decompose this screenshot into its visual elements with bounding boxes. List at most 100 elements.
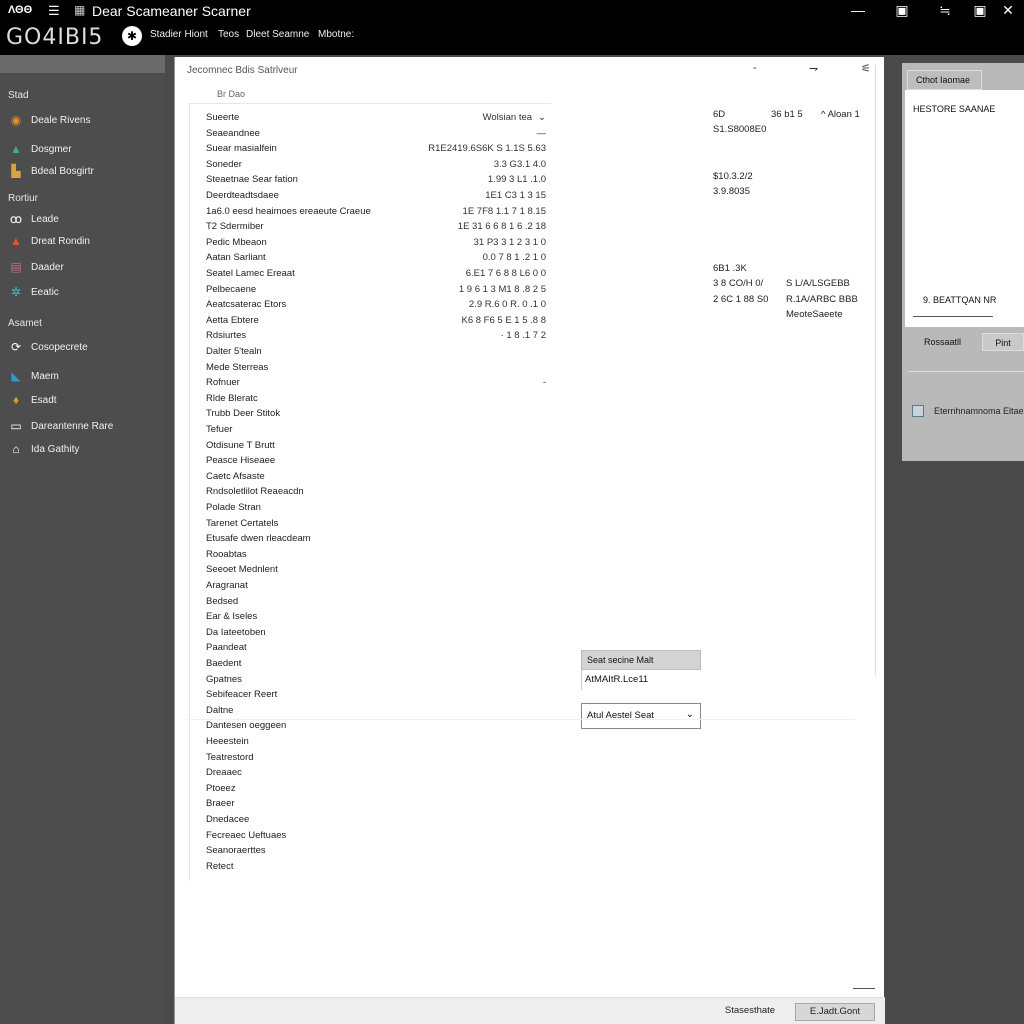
property-row[interactable]: Seeoet Mednlent xyxy=(206,564,546,578)
property-row[interactable]: Aragranat xyxy=(206,580,546,594)
property-row[interactable]: Pelbecaene 1 9 6 1 3 M1 8 .8 2 5 xyxy=(206,284,546,298)
property-row[interactable]: Paandeat xyxy=(206,642,546,656)
panel-button-2[interactable]: Pint xyxy=(982,333,1024,351)
property-row[interactable]: Tefuer xyxy=(206,424,546,438)
detail-row[interactable] xyxy=(581,371,881,385)
detail-row[interactable]: 6D 36 b1 5 ^ Aloan 1 xyxy=(581,109,881,123)
snap-layout-button[interactable]: ≒ xyxy=(935,2,955,19)
property-row[interactable]: Rlde Bleratc xyxy=(206,393,546,407)
property-row[interactable]: Rofnuer - xyxy=(206,377,546,391)
restore-button[interactable]: ▣ xyxy=(892,2,912,19)
nav-item-3[interactable]: Dleet Seamne xyxy=(246,29,309,40)
maximize-button[interactable]: ▣ xyxy=(970,2,990,19)
close-button[interactable]: ✕ xyxy=(998,2,1018,19)
checkbox[interactable] xyxy=(912,405,924,417)
property-row[interactable]: Seatel Lamec Ereaat 6.E1 7 6 8 8 L6 0 0 xyxy=(206,268,546,282)
property-row[interactable]: Sueerte Wolsian tea ⌄ xyxy=(206,112,546,126)
detail-row[interactable] xyxy=(581,201,881,215)
sidebar-item[interactable]: ꝏ Leade xyxy=(8,210,59,228)
property-row[interactable]: Otdisune T Brutt xyxy=(206,440,546,454)
hamburger-menu-icon[interactable]: ☰ xyxy=(48,3,60,19)
dropdown-option[interactable]: AtMAItR.Lce11 xyxy=(581,670,701,690)
property-row[interactable]: Rdsiurtes · 1 8 .1 7 2 xyxy=(206,330,546,344)
property-row[interactable]: Soneder 3.3 G3.1 4.0 xyxy=(206,159,546,173)
property-row[interactable]: Deerdteadtsdaee 1E1 C3 1 3 15 xyxy=(206,190,546,204)
detail-row[interactable]: MeoteSaeete xyxy=(581,309,881,323)
nav-item-2[interactable]: Teos xyxy=(218,29,239,40)
sidebar-item[interactable]: ▲ Dosgmer xyxy=(8,140,72,158)
property-row[interactable]: Dreaaec xyxy=(206,767,546,781)
property-row[interactable]: Ear & Iseles xyxy=(206,611,546,625)
property-row[interactable]: Dnedacee xyxy=(206,814,546,828)
property-row[interactable]: Suear masialfein R1E2419.6S6K S 1.1S 5.63 xyxy=(206,143,546,157)
property-row[interactable]: Steaetnae Sear fation 1.99 3 L1 .1.0 xyxy=(206,174,546,188)
detail-row[interactable] xyxy=(581,140,881,154)
property-row[interactable]: Trubb Deer Stitok xyxy=(206,408,546,422)
dialog-minimize-button[interactable]: - xyxy=(753,62,757,74)
property-row[interactable]: Ptoeez xyxy=(206,783,546,797)
detail-row[interactable] xyxy=(581,155,881,169)
detail-row[interactable] xyxy=(581,340,881,354)
property-row[interactable]: Etusafe dwen rleacdeam xyxy=(206,533,546,547)
sidebar-item[interactable]: ▙ Bdeal Bosgirtr xyxy=(8,162,93,180)
sidebar-item[interactable]: ▭ Dareantenne Rare xyxy=(8,417,113,435)
property-row[interactable]: Fecreaec Ueftuaes xyxy=(206,830,546,844)
property-row[interactable]: Tarenet Certatels xyxy=(206,518,546,532)
panel-button-1[interactable]: Rossaatll xyxy=(924,333,961,351)
property-row[interactable]: Caetc Afsaste xyxy=(206,471,546,485)
property-row[interactable]: Heeestein xyxy=(206,736,546,750)
sidebar-item[interactable]: ◉ Deale Rivens xyxy=(8,111,91,129)
property-row[interactable]: Da Iateetoben xyxy=(206,627,546,641)
property-row[interactable]: Dalter 5'tealn xyxy=(206,346,546,360)
dropdown-select[interactable]: Atul Aestel Seat ⌄ xyxy=(581,703,701,729)
property-row[interactable]: Peasce Hiseaee xyxy=(206,455,546,469)
property-row[interactable]: Gpatnes xyxy=(206,674,546,688)
nav-item-1[interactable]: Stadier Hiont xyxy=(150,29,208,40)
property-row[interactable]: Seanoraerttes xyxy=(206,845,546,859)
dialog-restore-button[interactable]: ⇁ xyxy=(809,62,818,75)
property-row[interactable]: Braeer xyxy=(206,798,546,812)
sidebar-item[interactable]: ✲ Eeatic xyxy=(8,283,59,301)
property-row[interactable]: T2 Sdermiber 1E 31 6 6 8 1 6 .2 18 xyxy=(206,221,546,235)
secondary-button[interactable]: Stasesthate xyxy=(715,1003,785,1021)
sidebar-item[interactable]: ♦ Esadt xyxy=(8,391,57,409)
property-row[interactable]: Retect xyxy=(206,861,546,875)
property-row[interactable]: Aatan Sarliant 0.0 7 8 1 .2 1 0 xyxy=(206,252,546,266)
property-row[interactable]: Seaeandnee — xyxy=(206,128,546,142)
property-row[interactable]: Baedent xyxy=(206,658,546,672)
property-row[interactable]: Aetta Ebtere K6 8 F6 5 E 1 5 .8 8 xyxy=(206,315,546,329)
property-combo[interactable]: Wolsian tea ⌄ xyxy=(483,112,546,123)
detail-row[interactable] xyxy=(581,232,881,246)
property-row[interactable]: Teatrestord xyxy=(206,752,546,766)
detail-row[interactable] xyxy=(581,248,881,262)
scrollbar[interactable] xyxy=(875,65,876,675)
property-row[interactable]: Sebifeacer Reert xyxy=(206,689,546,703)
property-row[interactable]: Bedsed xyxy=(206,596,546,610)
panel-tab[interactable]: Cthot Iaomae xyxy=(907,70,982,90)
property-row[interactable]: Daltne xyxy=(206,705,546,719)
property-row[interactable]: Rooabtas xyxy=(206,549,546,563)
property-row[interactable]: Dantesen oeggeen xyxy=(206,720,546,734)
gear-icon[interactable]: ✱ xyxy=(122,26,142,46)
detail-row[interactable]: 3 8 CO/H 0/S L/A/LSGEBB xyxy=(581,278,881,292)
detail-row[interactable] xyxy=(581,325,881,339)
property-row[interactable]: Mede Sterreas xyxy=(206,362,546,376)
property-row[interactable]: Rndsoletlilot Reaeacdn xyxy=(206,486,546,500)
sidebar-item[interactable]: ⌂ Ida Gathity xyxy=(8,440,79,458)
detail-row[interactable] xyxy=(581,355,881,369)
detail-row[interactable] xyxy=(581,217,881,231)
sidebar-item[interactable]: ▤ Daader xyxy=(8,258,63,276)
detail-row[interactable]: $10.3.2/2 xyxy=(581,171,881,185)
sidebar-item[interactable]: ▲ Dreat Rondin xyxy=(8,232,90,250)
property-row[interactable]: Polade Stran xyxy=(206,502,546,516)
property-row[interactable]: Pedic Mbeaon 31 P3 3 1 2 3 1 0 xyxy=(206,237,546,251)
detail-row[interactable]: 2 6C 1 88 S0 R.1A/ARBC BBB xyxy=(581,294,881,308)
property-row[interactable]: 1a6.0 eesd heaimoes ereaeute Craeue 1E 7F… xyxy=(206,206,546,220)
sidebar-item[interactable]: ⟳ Cosopecrete xyxy=(8,338,88,356)
primary-button[interactable]: E.Jadt.Gont xyxy=(795,1003,875,1021)
sidebar-item[interactable]: ◣ Maem xyxy=(8,367,58,385)
detail-row[interactable]: 3.9.8035 xyxy=(581,186,881,200)
dialog-settings-icon[interactable]: ⚟ xyxy=(861,62,871,75)
panel-field[interactable]: 9. BEATTQAN NR xyxy=(923,295,996,305)
detail-row[interactable]: 6B1 .3K xyxy=(581,263,881,277)
